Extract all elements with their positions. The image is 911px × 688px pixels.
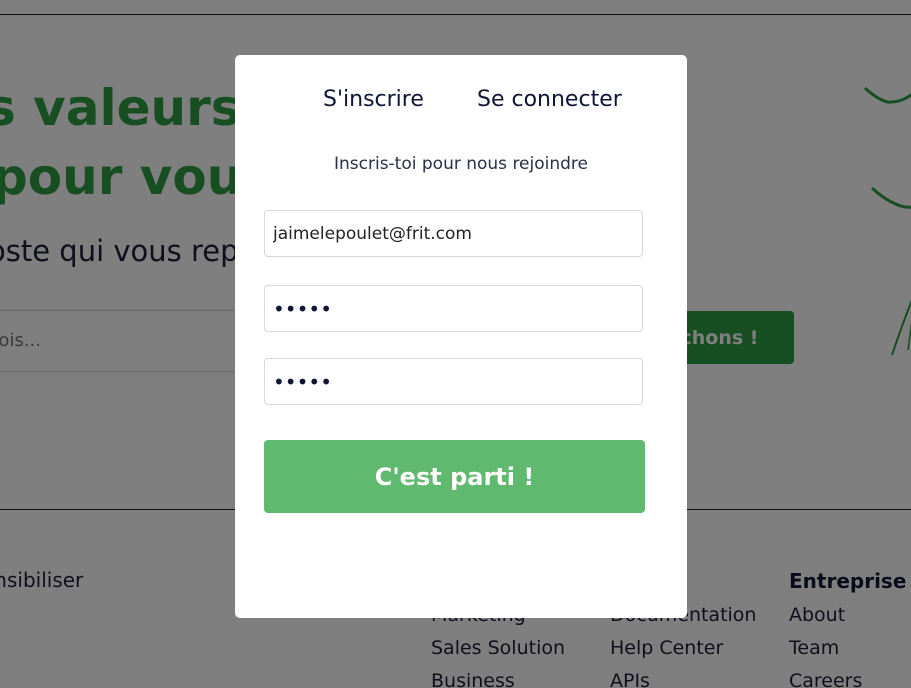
tab-signin[interactable]: Se connecter: [477, 87, 622, 112]
signup-modal: S'inscrire Se connecter Inscris-toi pour…: [235, 55, 687, 618]
modal-subtitle: Inscris-toi pour nous rejoindre: [333, 154, 589, 174]
password-confirm-field[interactable]: [264, 358, 643, 405]
email-field[interactable]: [264, 210, 643, 257]
submit-button[interactable]: C'est parti !: [264, 440, 645, 513]
password-field[interactable]: [264, 285, 643, 332]
tab-signup[interactable]: S'inscrire: [323, 87, 424, 112]
